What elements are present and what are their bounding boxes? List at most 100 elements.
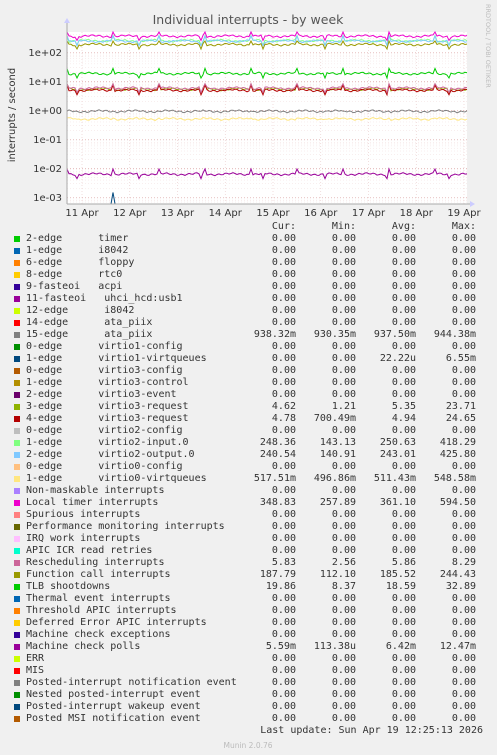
legend-swatch	[14, 344, 20, 350]
legend-row: Non-maskable interrupts 0.00 0.00 0.00 0.00	[0, 485, 497, 497]
legend-swatch	[14, 380, 20, 386]
legend-value: 0.00	[451, 689, 476, 700]
legend-label: 4-edge virtio3-request	[26, 413, 189, 424]
legend-value: 0.00	[451, 305, 476, 316]
legend-value: 548.58m	[433, 473, 476, 484]
legend-swatch	[14, 524, 20, 530]
x-tick-label: 17 Apr	[352, 208, 386, 219]
legend-value: 0.00	[451, 509, 476, 520]
legend-label: Threshold APIC interrupts	[26, 605, 177, 616]
legend-swatch	[14, 452, 20, 458]
legend-value: 0.00	[451, 257, 476, 268]
legend-row: 12-edge i8042 0.00 0.00 0.00 0.00	[0, 305, 497, 317]
legend-swatch	[14, 428, 20, 434]
legend-row: Nested posted-interrupt event 0.00 0.00 0.0…	[0, 689, 497, 701]
legend-swatch	[14, 476, 20, 482]
legend-label: 6-edge floppy	[26, 257, 135, 268]
legend-swatch	[14, 692, 20, 698]
legend-row: Local timer interrupts 348.83 257.89 361.10…	[0, 497, 497, 509]
y-tick-label: 1e+02	[28, 48, 62, 59]
legend-row: 2-edge virtio3-event 0.00 0.00 0.00 0.00	[0, 389, 497, 401]
legend-label: 0-edge virtio2-config	[26, 425, 183, 436]
legend-row: Machine check exceptions 0.00 0.00 0.00 0.00	[0, 629, 497, 641]
legend-row: 9-fasteoi acpi 0.00 0.00 0.00 0.00	[0, 281, 497, 293]
legend-row: 15-edge ata_piix 938.32m 930.35m 937.50m 944…	[0, 329, 497, 341]
legend-row: 1-edge virtio1-virtqueues 0.00 0.00 22.22u 6…	[0, 353, 497, 365]
x-tick-label: 13 Apr	[161, 208, 195, 219]
footer-version: Munin 2.0.76	[223, 741, 272, 750]
legend-swatch	[14, 356, 20, 362]
legend-row: 2-edge virtio2-output.0 240.54 140.91 243.0…	[0, 449, 497, 461]
legend-value: 0.00	[451, 605, 476, 616]
legend-swatch	[14, 596, 20, 602]
legend-label: 1-edge virtio2-input.0	[26, 437, 189, 448]
legend-row: Posted-interrupt notification event 0.00 0…	[0, 677, 497, 689]
x-tick-label: 12 Apr	[113, 208, 147, 219]
legend-swatch	[14, 632, 20, 638]
legend-value: 594.50	[439, 497, 476, 508]
legend-row: 3-edge virtio3-request 4.62 1.21 5.35 23.71	[0, 401, 497, 413]
x-tick-label: 18 Apr	[400, 208, 434, 219]
legend-swatch	[14, 440, 20, 446]
legend-value: 0.00	[451, 629, 476, 640]
legend-row: Deferred Error APIC interrupts 0.00 0.00 0.…	[0, 617, 497, 629]
legend-value: 0.00	[451, 665, 476, 676]
legend-row: 14-edge ata_piix 0.00 0.00 0.00 0.00	[0, 317, 497, 329]
legend-row: Posted MSI notification event 0.00 0.00 0.0…	[0, 713, 497, 725]
legend-swatch	[14, 320, 20, 326]
y-tick-label: 1e-01	[33, 135, 62, 146]
legend-label: Posted-interrupt notification event	[26, 677, 237, 688]
legend-label: Posted-interrupt wakeup event	[26, 701, 201, 712]
legend-swatch	[14, 584, 20, 590]
legend-label: 1-edge virtio3-control	[26, 377, 189, 388]
legend-swatch	[14, 680, 20, 686]
legend-label: 8-edge rtc0	[26, 269, 123, 280]
legend-label: Deferred Error APIC interrupts	[26, 617, 207, 628]
y-tick-label: 1e+00	[28, 106, 62, 117]
y-tick-label: 1e+01	[28, 77, 62, 88]
legend-value: 944.38m	[433, 329, 476, 340]
legend-value: 425.80	[439, 449, 476, 460]
legend-label: 15-edge ata_piix	[26, 329, 153, 340]
legend-label: 2-edge virtio3-event	[26, 389, 177, 400]
legend-row: 1-edge virtio3-control 0.00 0.00 0.00 0.00	[0, 377, 497, 389]
legend-swatch	[14, 260, 20, 266]
legend-swatch	[14, 416, 20, 422]
x-tick-label: 15 Apr	[256, 208, 290, 219]
legend-header: Cur: Min: Avg: Max:	[0, 221, 497, 233]
legend-swatch	[14, 284, 20, 290]
legend-label: 14-edge ata_piix	[26, 317, 153, 328]
legend-row: 1-edge i8042 0.00 0.00 0.00 0.00	[0, 245, 497, 257]
legend-value: 0.00	[451, 233, 476, 244]
legend-swatch	[14, 608, 20, 614]
legend-swatch	[14, 368, 20, 374]
legend-value: 8.29	[451, 557, 476, 568]
legend-row: Function call interrupts 187.79 112.10 185.…	[0, 569, 497, 581]
legend-label: Posted MSI notification event	[26, 713, 201, 724]
legend-value: 0.00	[451, 293, 476, 304]
legend-value: 0.00	[451, 545, 476, 556]
legend-label: Rescheduling interrupts	[26, 557, 165, 568]
legend-label: 1-edge i8042	[26, 245, 129, 256]
legend-value: 0.00	[451, 269, 476, 280]
legend-label: Local timer interrupts	[26, 497, 159, 508]
chart-title: Individual interrupts - by week	[153, 12, 345, 27]
plot-area: 11 Apr 12 Apr 13 Apr 14 Apr 15 Apr 16 Apr 17 A…	[28, 18, 481, 219]
legend-swatch	[14, 296, 20, 302]
legend-value: 0.00	[451, 713, 476, 724]
legend-label: APIC ICR read retries	[26, 545, 153, 556]
x-tick-label: 16 Apr	[304, 208, 338, 219]
legend-row: 0-edge virtio1-config 0.00 0.00 0.00 0.00	[0, 341, 497, 353]
legend-value: 0.00	[451, 365, 476, 376]
legend-value: 0.00	[451, 317, 476, 328]
legend-swatch	[14, 548, 20, 554]
y-tick-label: 1e-02	[33, 164, 62, 175]
legend-value: 0.00	[451, 341, 476, 352]
legend-label: Non-maskable interrupts	[26, 485, 165, 496]
legend-swatch	[14, 644, 20, 650]
legend-label: Performance monitoring interrupts	[26, 521, 225, 532]
legend-label: 11-fasteoi uhci_hcd:usb1	[26, 293, 183, 304]
legend-row: 1-edge virtio0-virtqueues 517.51m 496.86m 5…	[0, 473, 497, 485]
legend-row: 0-edge virtio0-config 0.00 0.00 0.00 0.00	[0, 461, 497, 473]
legend-value: 0.00	[451, 245, 476, 256]
